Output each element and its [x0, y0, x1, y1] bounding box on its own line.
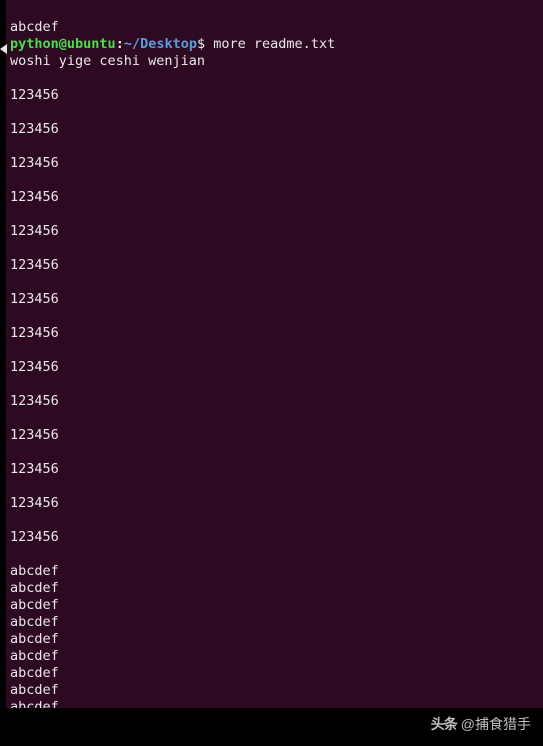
- watermark-handle: @捕食猎手: [461, 714, 531, 734]
- output-line: abcdef: [10, 631, 59, 647]
- output-line: 123456: [10, 427, 59, 443]
- output-line: 123456: [10, 529, 59, 545]
- output-line: 123456: [10, 189, 59, 205]
- watermark-logo: 头条: [431, 714, 457, 734]
- output-line: 123456: [10, 121, 59, 137]
- output-line: abcdef: [10, 19, 59, 35]
- output-line: abcdef: [10, 580, 59, 596]
- panel-arrow-indicator: [0, 44, 7, 54]
- output-line: abcdef: [10, 614, 59, 630]
- prompt-at: @: [59, 36, 67, 52]
- prompt-user: python: [10, 36, 59, 52]
- command-text: more readme.txt: [213, 36, 335, 52]
- terminal-window[interactable]: abcdef python@ubuntu:~/Desktop$ more rea…: [6, 0, 543, 708]
- prompt-line: python@ubuntu:~/Desktop$ more readme.txt: [10, 36, 335, 52]
- output-line: 123456: [10, 155, 59, 171]
- output-line: abcdef: [10, 597, 59, 613]
- output-line: 123456: [10, 393, 59, 409]
- output-line: abcdef: [10, 699, 59, 708]
- prompt-host: ubuntu: [67, 36, 116, 52]
- prompt-symbol: $: [197, 36, 205, 52]
- output-line: 123456: [10, 291, 59, 307]
- output-line: abcdef: [10, 648, 59, 664]
- output-line: 123456: [10, 325, 59, 341]
- output-line: abcdef: [10, 563, 59, 579]
- prompt-colon: :: [116, 36, 124, 52]
- output-line: abcdef: [10, 665, 59, 681]
- output-line: 123456: [10, 495, 59, 511]
- output-line: abcdef: [10, 682, 59, 698]
- prompt-path: ~/Desktop: [124, 36, 197, 52]
- output-line: 123456: [10, 257, 59, 273]
- output-line: 123456: [10, 223, 59, 239]
- output-line: 123456: [10, 461, 59, 477]
- watermark-footer: 头条 @捕食猎手: [0, 708, 543, 746]
- output-line: 123456: [10, 87, 59, 103]
- output-line: 123456: [10, 359, 59, 375]
- output-line: woshi yige ceshi wenjian: [10, 53, 205, 69]
